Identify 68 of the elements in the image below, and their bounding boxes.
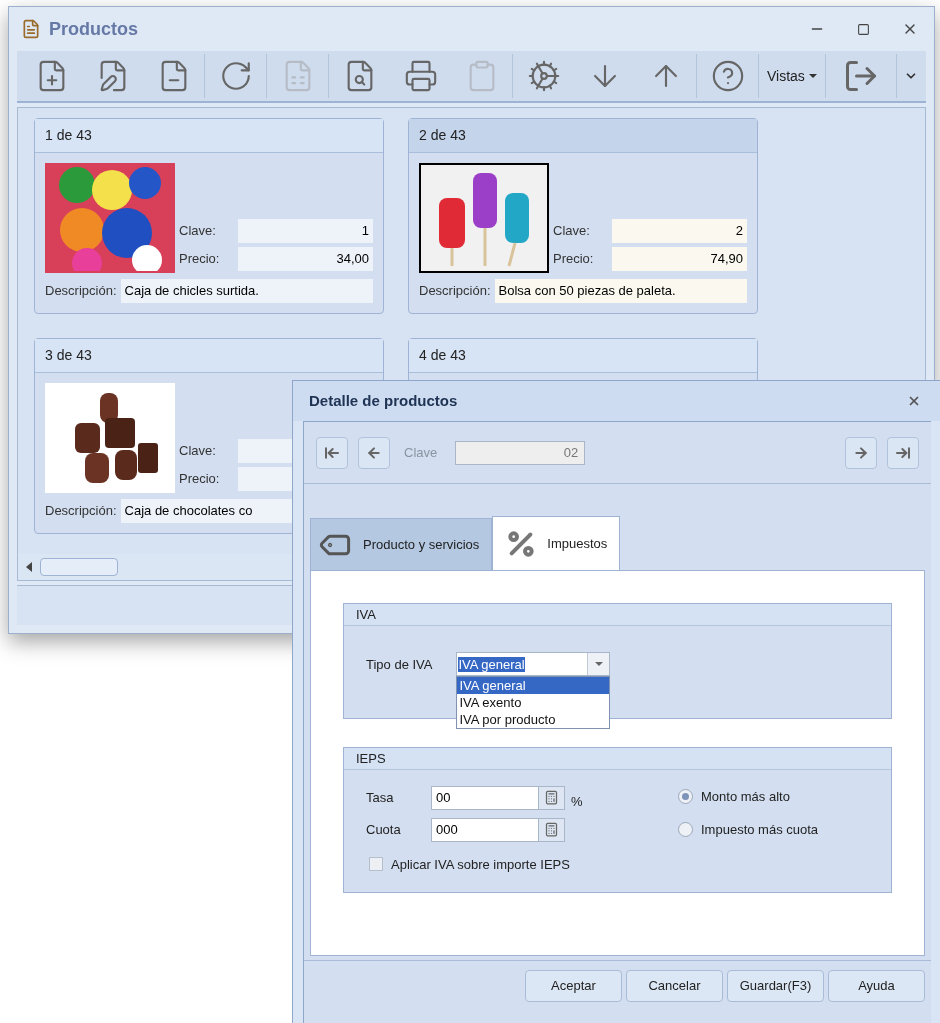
combobox-value: IVA general — [458, 657, 525, 672]
checkbox-label: Aplicar IVA sobre importe IEPS — [391, 855, 570, 874]
price-field: 34,00 — [238, 247, 373, 271]
field-label: Clave — [404, 443, 438, 462]
caret-icon — [808, 74, 817, 78]
last-record-button[interactable] — [887, 436, 919, 469]
field-label: Descripción: — [419, 282, 491, 301]
calculator-icon — [544, 822, 559, 837]
field-label: Descripción: — [45, 282, 117, 301]
dialog-button[interactable]: Cancelar — [626, 969, 723, 1002]
field-label: Tipo de IVA — [366, 656, 433, 674]
close-icon[interactable] — [907, 394, 921, 408]
card-header: 1 de 43 — [35, 119, 383, 153]
checkbox[interactable] — [369, 857, 383, 872]
dialog-button[interactable]: Guardar(F3) — [727, 969, 824, 1002]
price-field: 74,90 — [612, 247, 747, 271]
dialog-button[interactable]: Aceptar — [525, 969, 622, 1002]
field-label: Clave: — [553, 222, 591, 241]
clave-field: 2 — [612, 219, 747, 243]
radio-button[interactable] — [678, 821, 693, 837]
card-header: 4 de 43 — [409, 339, 757, 373]
first-record-button[interactable] — [316, 436, 348, 469]
field-label: Precio: — [179, 250, 221, 269]
first-arrow-icon — [324, 444, 340, 461]
vat-type-combobox[interactable]: IVA general — [456, 652, 611, 676]
group-title: IEPS — [344, 748, 891, 770]
group-title: IVA — [344, 604, 891, 626]
field-label: Tasa — [366, 789, 395, 807]
dropdown-option[interactable]: IVA por producto — [457, 711, 610, 728]
field-label: Clave: — [179, 442, 217, 461]
previous-record-button[interactable] — [358, 436, 390, 469]
field-label: Cuota — [366, 820, 402, 839]
clave-input[interactable]: 02 — [455, 440, 586, 465]
dropdown-option[interactable]: IVA exento — [457, 694, 610, 711]
quota-input[interactable]: 000 — [431, 817, 539, 842]
maximize-icon[interactable] — [857, 22, 870, 36]
product-card[interactable]: 1 de 43 Clave: 1 Precio: 34,00 Descripción: Caja de chicles surtida. — [34, 118, 384, 314]
printer-icon — [403, 59, 438, 93]
radio-button[interactable] — [678, 789, 693, 805]
radio-label: Impuesto más cuota — [701, 820, 819, 839]
help-icon — [710, 59, 745, 93]
dropdown-button[interactable] — [587, 653, 610, 675]
dropdown-option[interactable]: IVA general — [457, 677, 610, 694]
app-icon — [21, 19, 41, 39]
window-title: Productos — [49, 17, 139, 41]
description-field: Caja de chicles surtida. — [120, 279, 373, 303]
field-label: Clave: — [179, 222, 217, 241]
tab[interactable]: Impuestos — [492, 516, 621, 570]
card-header: 3 de 43 — [35, 339, 383, 373]
field-label: Precio: — [553, 250, 595, 269]
percent-sign: % — [571, 793, 583, 811]
calculator-icon — [544, 790, 559, 806]
next-record-button[interactable] — [845, 436, 877, 469]
caret-icon — [595, 662, 603, 666]
card-header: 2 de 43 — [409, 119, 757, 153]
tax-rate-input[interactable]: 00 — [431, 785, 539, 810]
radio-label: Monto más alto — [701, 788, 790, 806]
views-menu-button[interactable]: Vistas — [759, 53, 825, 99]
field-label: Precio: — [179, 470, 221, 489]
product-card[interactable]: 2 de 43 Clave: 2 Precio: 74,90 Descripción: Bolsa con 50 piezas de paleta. — [408, 118, 758, 314]
calculator-button[interactable] — [539, 817, 565, 842]
calculator-button[interactable] — [539, 785, 565, 810]
tab[interactable]: Producto y servicios — [310, 518, 493, 570]
dialog-button[interactable]: Ayuda — [828, 969, 925, 1002]
clave-field: 1 — [238, 219, 373, 243]
field-label: Descripción: — [45, 502, 117, 521]
description-field: Bolsa con 50 piezas de paleta. — [494, 279, 747, 303]
last-arrow-icon — [895, 444, 911, 461]
